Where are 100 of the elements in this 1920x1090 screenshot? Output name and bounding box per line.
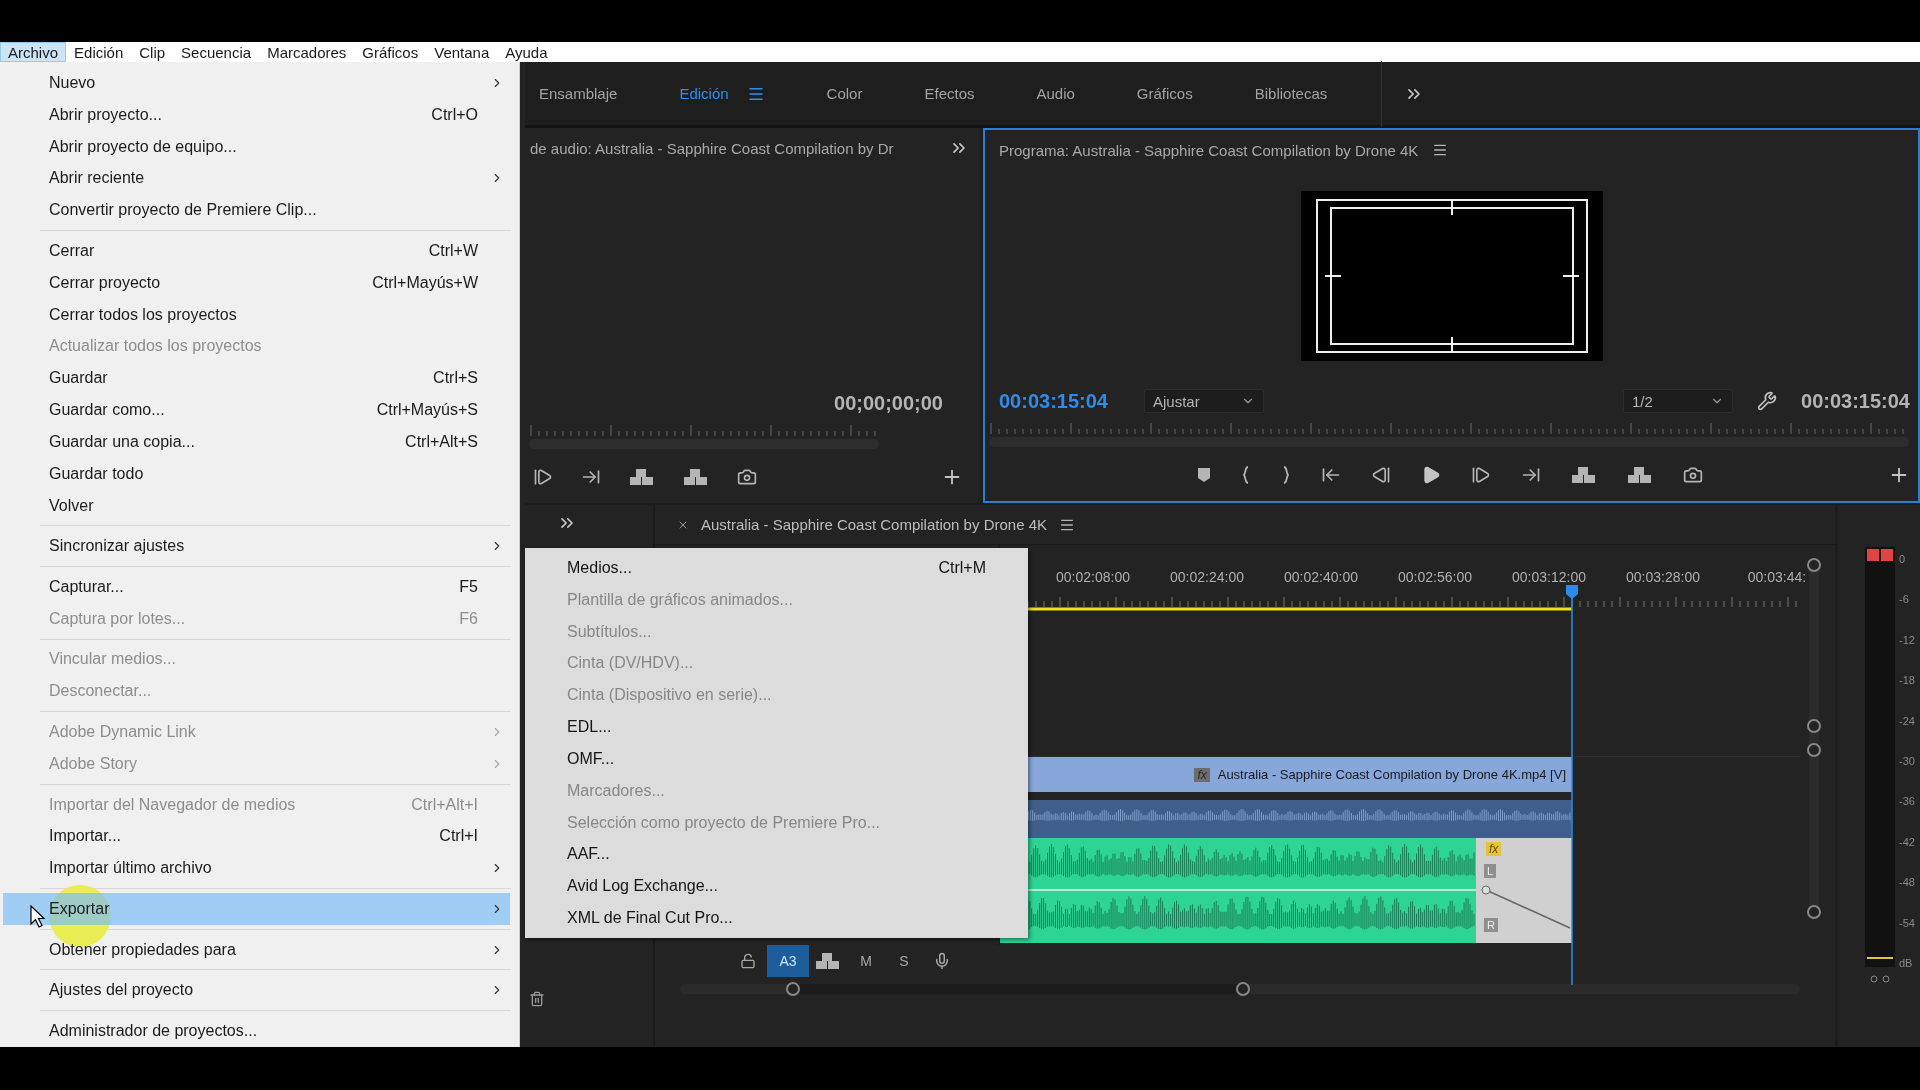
timecode: 00;00;00;00	[834, 391, 943, 415]
workspace-tab[interactable]: Ensamblaje	[539, 85, 618, 102]
ruler-timecode: 00:03:12:00	[1511, 569, 1587, 585]
in-brace-icon[interactable]	[1241, 466, 1251, 484]
mute-button[interactable]: M	[847, 945, 885, 977]
menu-item[interactable]: Capturar... F5	[3, 571, 510, 603]
shortcut-text: Ctrl+I	[439, 827, 478, 846]
sequence-tab[interactable]: Australia - Sapphire Coast Compilation by Drone 4K	[701, 516, 1047, 533]
menu-bar-item[interactable]: Archivo	[0, 42, 67, 62]
menu-item[interactable]: Volver	[3, 489, 510, 522]
playhead-drawing[interactable]	[1565, 585, 1579, 985]
step-forward-icon[interactable]	[533, 467, 553, 487]
menu-item[interactable]: XML de Final Cut Pro...	[525, 902, 1028, 934]
arrow-to-line-icon[interactable]	[1321, 465, 1341, 485]
microphone-icon[interactable]	[933, 952, 951, 970]
cursor-icon	[30, 905, 46, 929]
menu-item[interactable]: Exportar	[3, 893, 510, 925]
camera-icon[interactable]	[1683, 465, 1703, 485]
channel-label: R	[1484, 918, 1498, 932]
menu-item[interactable]: Medios... Ctrl+M	[525, 552, 1028, 584]
shortcut-text: Ctrl+S	[433, 369, 478, 388]
effect-badge: fx	[1486, 842, 1502, 856]
menu-bar-item[interactable]: Secuencia	[173, 42, 260, 62]
step-back-icon[interactable]	[1371, 465, 1391, 485]
menu-item[interactable]: Guardar como... Ctrl+Mayús+S	[3, 394, 510, 426]
arrow-to-line-icon[interactable]	[1521, 465, 1541, 485]
arrow-to-line-icon[interactable]	[581, 467, 601, 487]
wrench-icon[interactable]	[1757, 391, 1778, 411]
stacked-boxes-icon[interactable]	[629, 468, 655, 486]
meter-scale-label: 0	[1899, 553, 1907, 567]
menu-item[interactable]: Importar último archivo	[3, 852, 510, 885]
menu-item[interactable]: Nuevo	[3, 67, 510, 99]
shortcut-text: Ctrl+W	[428, 241, 478, 260]
stacked-boxes-icon[interactable]	[1571, 466, 1597, 484]
menu-bar-item[interactable]: Marcadores	[259, 42, 355, 62]
menu-item[interactable]: Abrir proyecto... Ctrl+O	[3, 98, 510, 131]
meter-scale-label: -48	[1899, 876, 1915, 891]
sync-lock-icon[interactable]	[815, 952, 841, 970]
workspace-tab[interactable]: Efectos	[924, 85, 975, 102]
menu-item[interactable]: Abrir proyecto de equipo...	[3, 130, 510, 163]
menu-item[interactable]: Abrir reciente	[3, 162, 510, 195]
menu-item[interactable]: OMF...	[525, 742, 1028, 775]
clip-label: Australia - Sapphire Coast Compilation by Drone 4K.mp4 [V]	[1217, 767, 1566, 782]
meter-scale-label: -42	[1899, 835, 1915, 850]
step-forward-icon[interactable]	[1471, 465, 1491, 485]
marker-icon[interactable]	[1197, 467, 1211, 483]
shortcut-text: Ctrl+Alt+S	[405, 432, 478, 451]
shortcut-text: Ctrl+M	[938, 558, 986, 577]
shortcut-text: F6	[459, 609, 478, 628]
menu-bar-item[interactable]: Ayuda	[497, 42, 556, 62]
menu-item[interactable]: Cerrar proyecto Ctrl+Mayús+W	[3, 266, 510, 299]
play-icon[interactable]	[1421, 465, 1441, 485]
track-target-button[interactable]: A3	[767, 945, 809, 977]
workspace-tab[interactable]: Gráficos	[1136, 85, 1193, 102]
menu-icon[interactable]	[1432, 142, 1449, 158]
menu-item[interactable]: EDL...	[525, 711, 1028, 743]
camera-icon[interactable]	[737, 467, 757, 487]
menu-item[interactable]: Cerrar todos los proyectos	[3, 298, 510, 331]
shortcut-text: Ctrl+Alt+I	[411, 795, 478, 814]
menu-item[interactable]: Avid Log Exchange...	[525, 870, 1028, 903]
out-brace-icon[interactable]	[1281, 466, 1291, 484]
menu-bar-item[interactable]: Edición	[66, 42, 132, 62]
panel-title: Programa: Australia - Sapphire Coast Compilation by Drone 4K	[999, 141, 1419, 159]
stacked-boxes-icon[interactable]	[1627, 466, 1653, 484]
menu-item[interactable]: Importar... Ctrl+I	[3, 820, 510, 853]
scrollbar-drawing[interactable]	[680, 981, 1800, 997]
zoom-dropdown[interactable]: Ajustar	[1143, 389, 1264, 413]
menu-bar-item[interactable]: Ventana	[426, 42, 498, 62]
meter-scale-label: -54	[1899, 916, 1915, 931]
ruler-timecode: 00:03:44:	[1746, 569, 1808, 585]
menu-item[interactable]: Sincronizar ajustes	[3, 530, 510, 563]
menu-item[interactable]: Guardar todo	[3, 457, 510, 490]
solo-button[interactable]: S	[885, 945, 923, 977]
menu-item[interactable]: Guardar una copia... Ctrl+Alt+S	[3, 426, 510, 458]
effect-badge: fx	[1194, 767, 1210, 782]
menu-item[interactable]: AAF...	[525, 838, 1028, 871]
menu-bar-item[interactable]: Gráficos	[354, 42, 427, 62]
menu-item[interactable]: Obtener propiedades para	[3, 933, 510, 966]
ruler-timecode: 00:02:56:00	[1397, 569, 1473, 585]
menu-item[interactable]: Ajustes del proyecto	[3, 974, 510, 1007]
meter-scale-label: -18	[1899, 674, 1915, 689]
channel-label: L	[1484, 864, 1497, 878]
menu-item[interactable]: Convertir proyecto de Premiere Clip...	[3, 194, 510, 227]
panel-title: de audio: Australia - Sapphire Coast Compilation by Dr	[530, 139, 894, 157]
meter-scale-label: -24	[1899, 714, 1915, 729]
workspace-tab[interactable]: Color	[826, 85, 863, 102]
meter-scale-label: -12	[1899, 633, 1915, 648]
menu-item[interactable]: Administrador de proyectos...	[3, 1015, 510, 1047]
meter-scale-label: dB	[1899, 956, 1914, 971]
stacked-boxes-icon[interactable]	[683, 468, 709, 486]
workspace-tab[interactable]: Bibliotecas	[1254, 85, 1328, 102]
resolution-dropdown[interactable]: 1/2	[1623, 389, 1734, 413]
menu-item[interactable]: Cerrar Ctrl+W	[3, 235, 510, 267]
workspace-tab[interactable]: Audio	[1036, 85, 1075, 102]
menu-bar-item[interactable]: Clip	[131, 42, 174, 62]
menu-item[interactable]: Guardar Ctrl+S	[3, 362, 510, 395]
workspace-tab[interactable]: Edición	[679, 85, 729, 102]
lock-icon[interactable]	[740, 953, 756, 969]
duration-timecode: 00:03:15:04	[1801, 389, 1910, 413]
trash-icon[interactable]	[529, 991, 545, 1007]
